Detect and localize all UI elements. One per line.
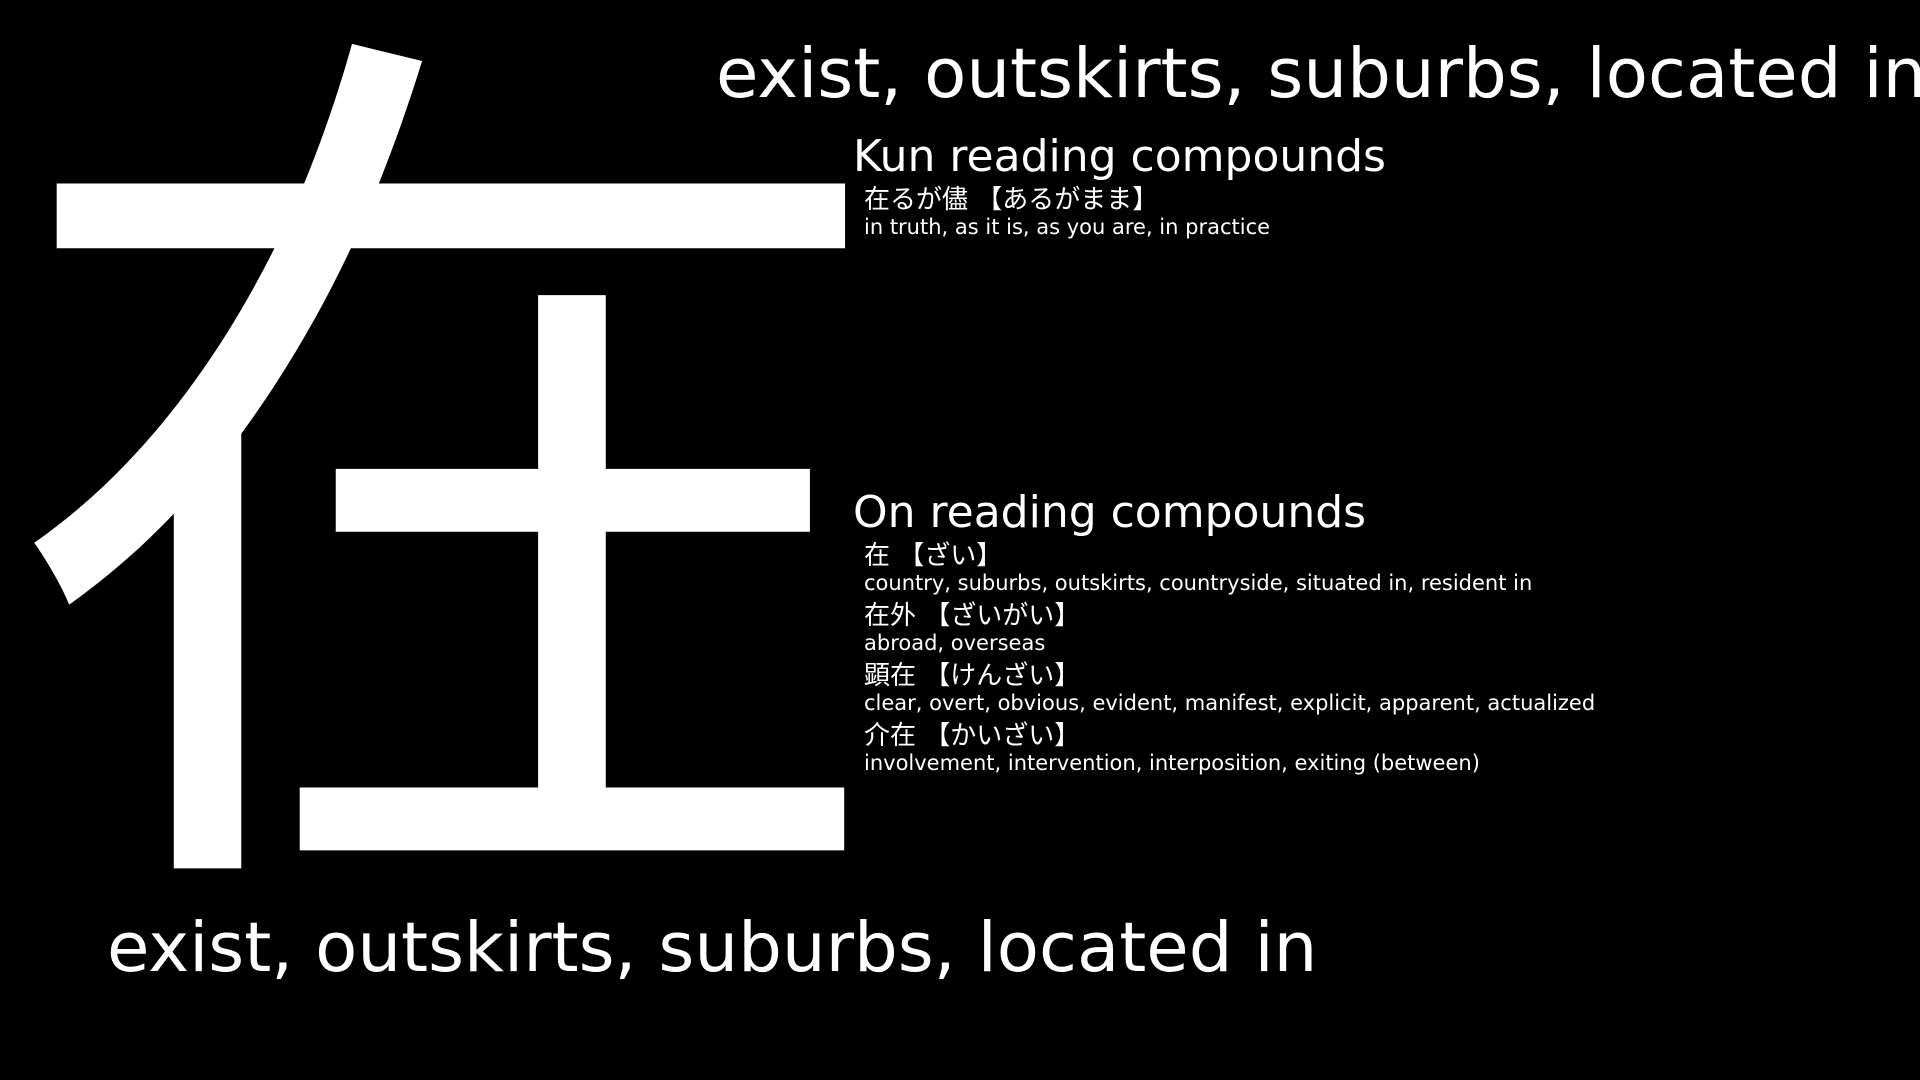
compound-gloss: clear, overt, obvious, evident, manifest…	[864, 691, 1596, 715]
list-item: 在るが儘 【あるがまま】 in truth, as it is, as you …	[864, 185, 1270, 245]
kun-reading-heading: Kun reading compounds	[853, 131, 1386, 182]
compound-gloss: country, suburbs, outskirts, countryside…	[864, 571, 1533, 595]
meaning-heading-top: exist, outskirts, suburbs, located in	[716, 34, 1920, 114]
on-compound-list: 在 【ざい】 country, suburbs, outskirts, coun…	[864, 541, 1595, 781]
compound-term: 介在 【かいざい】	[864, 721, 1081, 751]
list-item: 介在 【かいざい】 involvement, intervention, int…	[864, 721, 1595, 781]
compound-gloss: in truth, as it is, as you are, in pract…	[864, 215, 1271, 239]
compound-term: 在るが儘 【あるがまま】	[864, 185, 1159, 215]
kun-compound-list: 在るが儘 【あるがまま】 in truth, as it is, as you …	[864, 185, 1270, 245]
list-item: 顕在 【けんざい】 clear, overt, obvious, evident…	[864, 661, 1595, 721]
compound-term: 在 【ざい】	[864, 541, 1003, 571]
list-item: 在外 【ざいがい】 abroad, overseas	[864, 601, 1595, 661]
compound-gloss: abroad, overseas	[864, 631, 1046, 655]
compound-term: 在外 【ざいがい】	[864, 601, 1081, 631]
compound-term: 顕在 【けんざい】	[864, 661, 1081, 691]
kanji-character: 在	[0, 0, 900, 1013]
meaning-heading-bottom: exist, outskirts, suburbs, located in	[107, 908, 1318, 988]
compound-gloss: involvement, intervention, interposition…	[864, 751, 1480, 775]
list-item: 在 【ざい】 country, suburbs, outskirts, coun…	[864, 541, 1595, 601]
on-reading-heading: On reading compounds	[853, 487, 1367, 538]
